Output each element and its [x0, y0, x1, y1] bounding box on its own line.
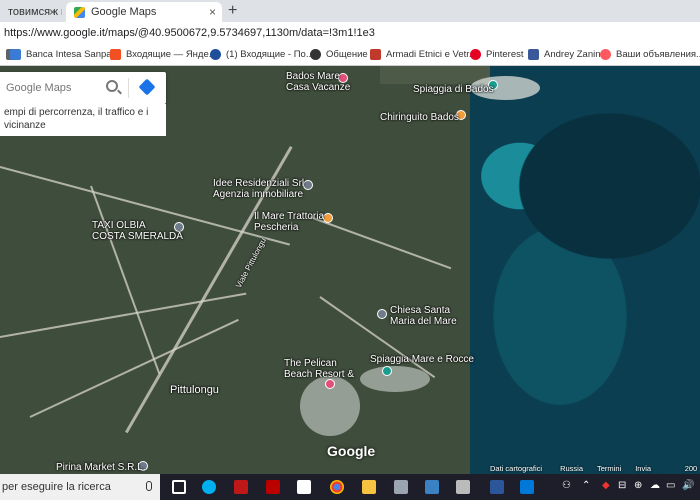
folder-icon[interactable] — [425, 480, 439, 494]
place-label[interactable]: Bados Mare Casa Vacanze — [286, 71, 350, 93]
gear-icon — [310, 49, 321, 60]
bookmarks-bar: Banca Intesa Sanpa... Входящие — Янде...… — [0, 44, 700, 66]
beach-sand — [360, 366, 430, 392]
maps-hint-panel: empi di percorrenza, il traffico e i vic… — [0, 104, 166, 136]
church-pin-icon[interactable] — [377, 309, 387, 319]
place-label[interactable]: Pirina Market S.R.L. — [56, 462, 145, 473]
mail-icon[interactable] — [297, 480, 311, 494]
bookmark-label: Andrey Zanin — [544, 49, 601, 60]
volume-icon[interactable]: 🔊 — [682, 480, 694, 491]
place-label[interactable]: Chiringuito Bados — [380, 112, 459, 123]
pinterest-icon — [470, 49, 481, 60]
place-label[interactable]: Idee Residenziali Srl Agenzia immobiliar… — [213, 178, 304, 200]
area-label[interactable]: Pittulongu — [170, 385, 219, 396]
bookmark-armadi-etnici[interactable]: Armadi Etnici e Vetr... — [370, 49, 477, 60]
bookmark-label: Общение — [326, 49, 368, 60]
star-icon — [370, 49, 381, 60]
bookmark-pinterest[interactable]: Pinterest — [470, 49, 524, 60]
tab-google-maps[interactable]: Google Maps × — [66, 2, 222, 22]
place-label[interactable]: TAXI OLBIA COSTA SMERALDA — [92, 220, 183, 242]
display-icon[interactable]: ▭ — [666, 480, 675, 491]
microphone-icon[interactable] — [146, 481, 152, 491]
taskbar-search-box[interactable]: per eseguire la ricerca — [0, 474, 160, 500]
bookmark-obshchenie[interactable]: Общение — [310, 49, 368, 60]
address-bar[interactable]: https://www.google.it/maps/@40.9500672,9… — [0, 22, 700, 44]
hotel-pin-icon[interactable] — [325, 379, 335, 389]
place-label[interactable]: Chiesa Santa Maria del Mare — [390, 305, 457, 327]
place-label[interactable]: Il Mare Trattoria Pescheria — [254, 211, 324, 233]
place-label[interactable]: The Pelican Beach Resort & — [284, 358, 354, 380]
taskbar-search-placeholder: per eseguire la ricerca — [2, 481, 111, 493]
bookmark-inbox[interactable]: (1) Входящие - По... — [210, 49, 314, 60]
close-tab-icon[interactable]: × — [49, 5, 56, 19]
facebook-icon — [528, 49, 539, 60]
skype-icon[interactable] — [202, 480, 216, 494]
business-pin-icon[interactable] — [303, 180, 313, 190]
bookmark-label: Ваши объявления... — [616, 49, 700, 60]
url-text: https://www.google.it/maps/@40.9500672,9… — [4, 27, 375, 39]
shield-icon[interactable] — [266, 480, 280, 494]
place-label[interactable]: Spiaggia di Bados — [413, 84, 494, 95]
directions-icon[interactable] — [138, 78, 156, 96]
bookmark-banca-intesa[interactable]: Banca Intesa Sanpa... — [10, 49, 119, 60]
browser-tab-strip: товимся к по × Google Maps × + — [0, 0, 700, 22]
tab-label: Google Maps — [91, 6, 157, 18]
search-icon[interactable] — [106, 80, 118, 92]
chevron-up-icon[interactable]: ⌃ — [582, 480, 590, 491]
task-view-icon[interactable] — [172, 480, 186, 494]
bookmark-label: Входящие — Янде... — [126, 49, 217, 60]
cloud-icon[interactable]: ☁ — [650, 480, 660, 491]
maps-search-input[interactable]: Google Maps — [6, 82, 71, 94]
beach-pin-icon[interactable] — [382, 366, 392, 376]
printer-icon[interactable] — [394, 480, 408, 494]
bookmark-yandex-mail[interactable]: Входящие — Янде... — [110, 49, 217, 60]
tab-previous[interactable]: товимся к по × — [0, 2, 62, 22]
network-icon[interactable]: ⊟ — [618, 480, 626, 491]
people-icon[interactable]: ⚇ — [562, 480, 571, 491]
bookmark-label: (1) Входящие - По... — [226, 49, 314, 60]
antivirus-tray-icon[interactable]: ◆ — [602, 480, 610, 491]
maps-search-box[interactable]: Google Maps — [0, 72, 166, 104]
mcafee-icon[interactable] — [234, 480, 248, 494]
new-tab-button[interactable]: + — [228, 2, 237, 20]
calculator-icon[interactable] — [456, 480, 470, 494]
place-label[interactable]: Spiaggia Mare e Rocce — [370, 354, 474, 365]
bookmark-label: Banca Intesa Sanpa... — [26, 49, 120, 60]
airbnb-icon — [600, 49, 611, 60]
bookmark-andrey-zanin[interactable]: Andrey Zanin — [528, 49, 601, 60]
file-explorer-icon[interactable] — [362, 480, 376, 494]
divider — [128, 78, 129, 98]
hint-text: empi di percorrenza, il traffico e i vic… — [4, 107, 149, 131]
google-maps-favicon-icon — [74, 6, 85, 18]
word-icon[interactable] — [490, 480, 504, 494]
bank-icon — [10, 49, 21, 60]
google-logo: Google — [327, 443, 376, 459]
security-tray-icon[interactable]: ⊕ — [634, 480, 642, 491]
circle-icon — [210, 49, 221, 60]
mail-icon — [110, 49, 121, 60]
close-tab-icon[interactable]: × — [209, 5, 216, 19]
chrome-icon[interactable] — [330, 480, 344, 494]
windows-taskbar: per eseguire la ricerca ⚇ ⌃ ◆ ⊟ ⊕ ☁ ▭ 🔊 — [0, 474, 700, 500]
store-icon[interactable] — [520, 480, 534, 494]
restaurant-pin-icon[interactable] — [323, 213, 333, 223]
bookmark-label: Armadi Etnici e Vetr... — [386, 49, 477, 60]
bookmark-label: Pinterest — [486, 49, 524, 60]
bookmark-vashi-obyavleniya[interactable]: Ваши объявления... — [600, 49, 700, 60]
